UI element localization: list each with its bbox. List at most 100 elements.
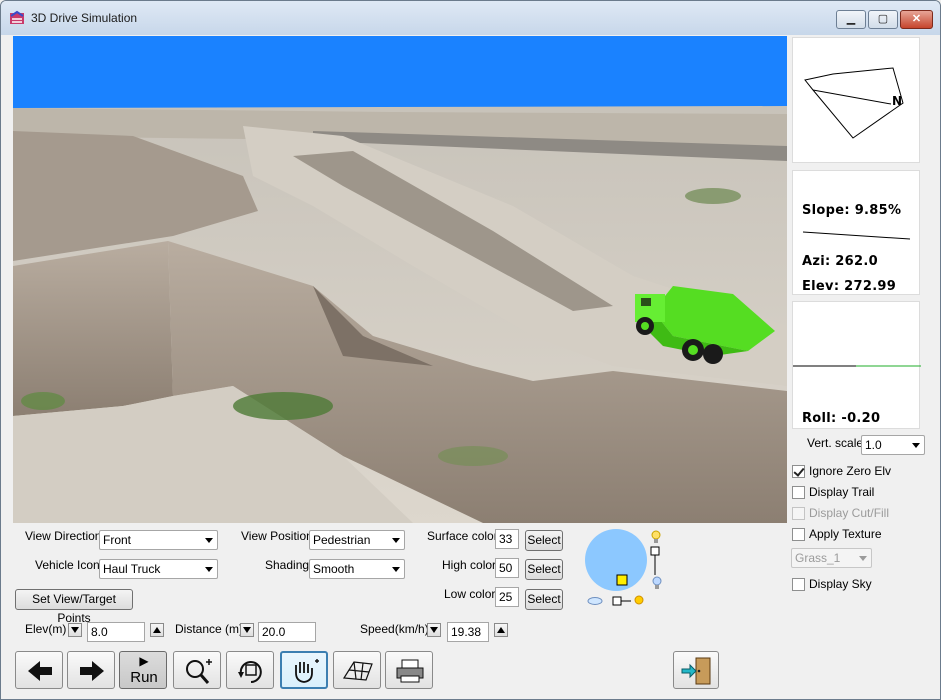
surface-color-input[interactable]: 33 (495, 529, 519, 549)
app-window: 3D Drive Simulation ▁ ▢ ✕ N Slope: 9.85%… (0, 0, 941, 700)
terrain-scene (13, 36, 787, 523)
compass-north-label: N (892, 94, 903, 108)
chevron-down-icon (205, 567, 213, 572)
surface-color-select-button[interactable]: Select (525, 530, 563, 551)
slope-panel: Slope: 9.85% Azi: 262.0 Elev: 272.99 (792, 170, 920, 295)
arrow-right-icon (80, 661, 104, 681)
ignore-zero-elv-label: Ignore Zero Elv (809, 464, 892, 478)
roll-readout: Roll: -0.20 (802, 411, 881, 426)
vert-scale-select[interactable]: 1.0 (861, 435, 925, 455)
vert-scale-value: 1.0 (865, 438, 882, 452)
light-bulb-off-icon (652, 576, 662, 589)
checkbox-checked-icon (792, 464, 805, 478)
display-cut-fill-label: Display Cut/Fill (809, 506, 890, 520)
back-button[interactable] (15, 651, 63, 689)
checkbox-icon (792, 527, 805, 541)
zoom-in-icon (186, 659, 212, 684)
surface-color-label: Surface color (427, 529, 498, 543)
display-sky-label: Display Sky (809, 577, 872, 591)
play-icon: ▶ (139, 654, 149, 668)
low-color-label: Low color (444, 587, 496, 601)
chevron-down-icon (392, 567, 400, 572)
chevron-down-icon (912, 443, 920, 448)
shading-value: Smooth (313, 562, 355, 576)
minimize-button[interactable]: ▁ (836, 10, 866, 29)
apply-texture-checkbox[interactable]: Apply Texture (792, 527, 882, 541)
pan-hand-icon (295, 659, 319, 683)
view-direction-select[interactable]: Front (99, 530, 218, 550)
arrow-left-icon (28, 661, 52, 681)
vehicle-icon-value: Haul Truck (103, 562, 161, 576)
slope-line (802, 231, 911, 240)
vehicle-icon-select[interactable]: Haul Truck (99, 559, 218, 579)
rotate-view-icon (238, 661, 262, 683)
view-position-label: View Position (241, 529, 313, 543)
pan-button[interactable] (280, 651, 328, 689)
app-icon (10, 10, 24, 24)
3d-viewport[interactable] (13, 36, 787, 523)
sun-icon (634, 595, 644, 605)
azimuth-readout: Azi: 262.0 (802, 254, 878, 269)
chevron-down-icon (859, 556, 867, 561)
texture-select-value: Grass_1 (795, 551, 841, 565)
triangle-down-icon (71, 627, 79, 633)
display-trail-checkbox[interactable]: Display Trail (792, 485, 874, 499)
display-sky-checkbox[interactable]: Display Sky (792, 577, 872, 591)
distance-input[interactable]: 20.0 (258, 622, 316, 642)
elev-increase-button[interactable] (150, 623, 164, 637)
view-direction-value: Front (103, 533, 132, 547)
view-position-select[interactable]: Pedestrian (309, 530, 405, 550)
distance-label: Distance (m) (175, 622, 244, 636)
view-direction-label: View Direction (25, 529, 102, 543)
window-title: 3D Drive Simulation (31, 11, 138, 25)
run-button[interactable]: ▶ Run (119, 651, 167, 689)
low-color-input[interactable]: 25 (495, 587, 519, 607)
chevron-down-icon (205, 538, 213, 543)
vehicle-icon-label: Vehicle Icon (35, 558, 100, 572)
display-trail-label: Display Trail (809, 485, 875, 499)
wireframe-button[interactable] (333, 651, 381, 689)
high-color-input[interactable]: 50 (495, 558, 519, 578)
speed-label: Speed(km/h) (360, 622, 429, 636)
title-bar: 3D Drive Simulation ▁ ▢ ✕ (1, 1, 940, 35)
high-color-select-button[interactable]: Select (525, 559, 563, 580)
vert-scale-label: Vert. scale (807, 436, 864, 450)
checkbox-icon (792, 577, 805, 591)
low-color-select-button[interactable]: Select (525, 589, 563, 610)
high-color-label: High color (442, 558, 497, 572)
distance-decrease-button[interactable] (240, 623, 254, 637)
triangle-up-icon (153, 627, 161, 633)
forward-button[interactable] (67, 651, 115, 689)
speed-input[interactable]: 19.38 (447, 622, 489, 642)
print-button[interactable] (385, 651, 433, 689)
exit-button[interactable] (673, 651, 719, 689)
elev-decrease-button[interactable] (68, 623, 82, 637)
wireframe-icon (342, 661, 373, 681)
maximize-button[interactable]: ▢ (868, 10, 898, 29)
speed-decrease-button[interactable] (427, 623, 441, 637)
checkbox-icon (792, 485, 805, 499)
shading-select[interactable]: Smooth (309, 559, 405, 579)
roll-panel: Roll: -0.20 (792, 301, 921, 429)
checkbox-icon (792, 506, 805, 520)
close-button[interactable]: ✕ (900, 10, 933, 29)
elev-label: Elev(m) (25, 622, 67, 636)
display-cut-fill-checkbox: Display Cut/Fill (792, 506, 889, 520)
set-view-target-points-button[interactable]: Set View/Target Points (15, 589, 133, 625)
cloud-icon (587, 597, 603, 605)
light-bulb-on-icon (651, 530, 661, 543)
zoom-button[interactable] (173, 651, 221, 689)
exit-door-icon (681, 657, 711, 685)
ignore-zero-elv-checkbox[interactable]: Ignore Zero Elv (792, 464, 891, 478)
elev-input[interactable]: 8.0 (87, 622, 145, 642)
chevron-down-icon (392, 538, 400, 543)
apply-texture-label: Apply Texture (809, 527, 882, 541)
texture-select: Grass_1 (791, 548, 872, 568)
printer-icon (396, 659, 424, 683)
rotate-view-button[interactable] (226, 651, 274, 689)
compass-panel: N (792, 37, 920, 163)
triangle-down-icon (430, 627, 438, 633)
speed-increase-button[interactable] (494, 623, 508, 637)
run-label: Run (130, 669, 158, 686)
triangle-up-icon (497, 627, 505, 633)
